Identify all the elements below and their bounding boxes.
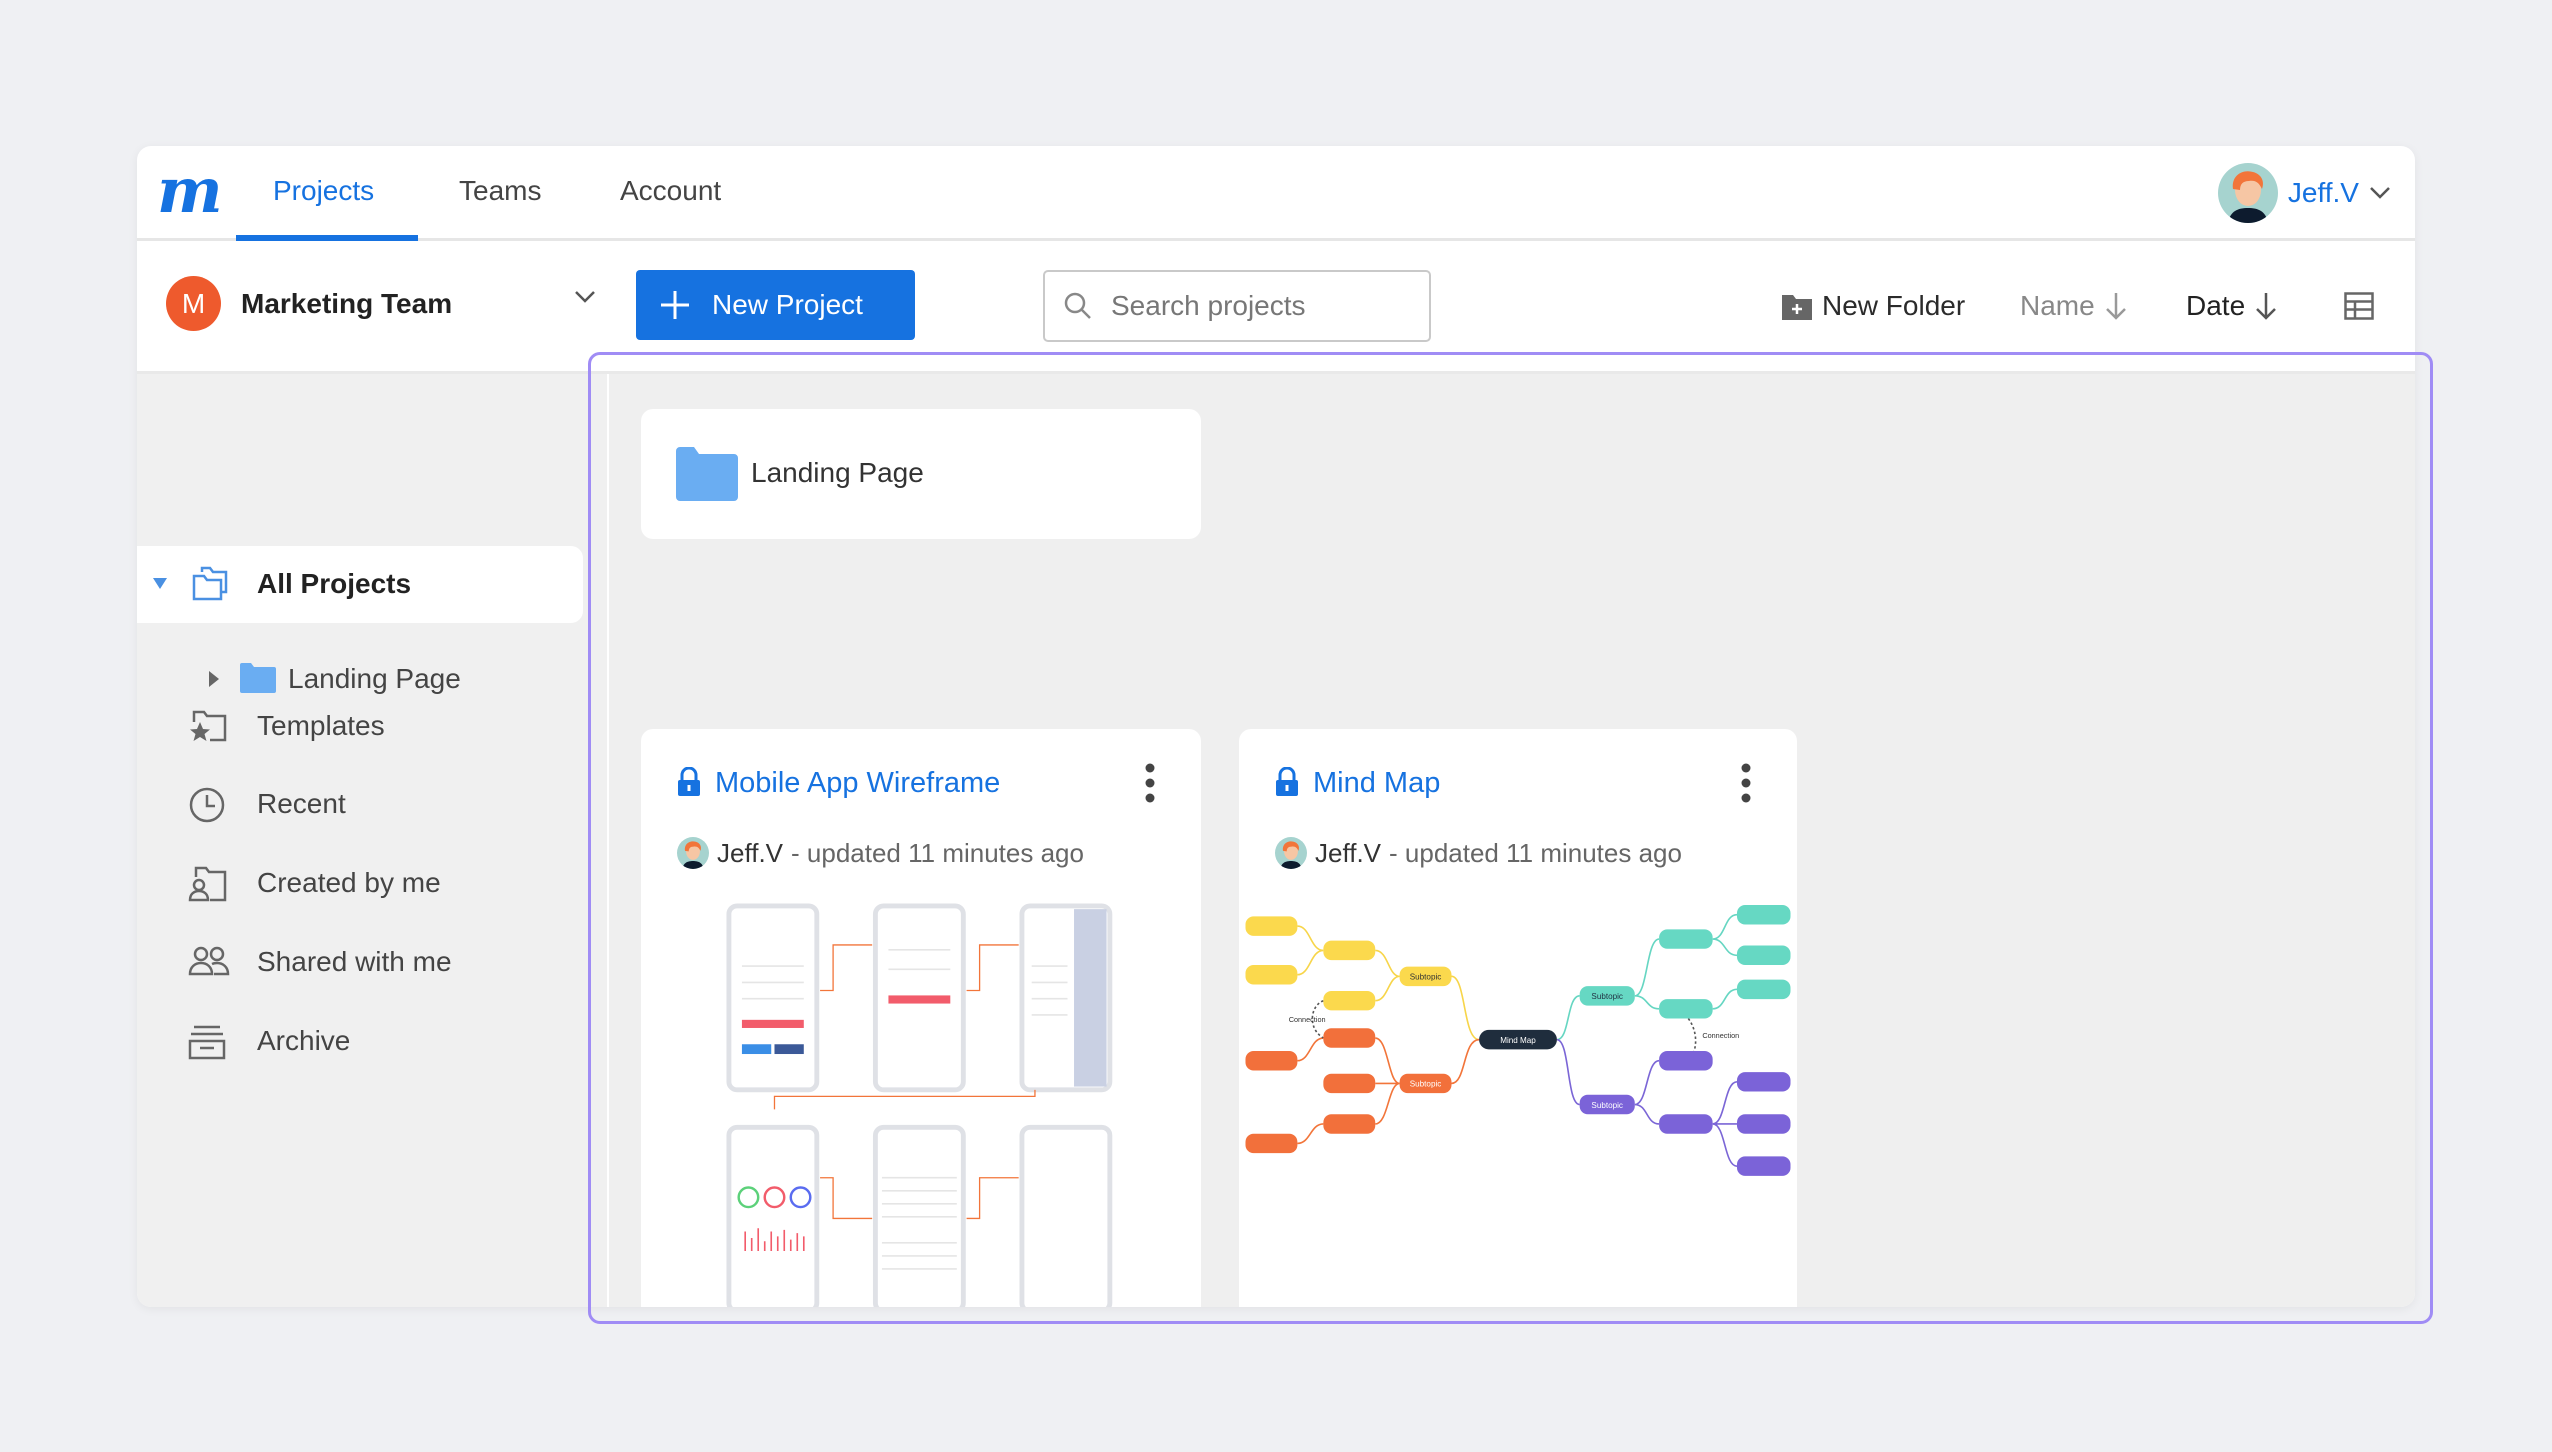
sidebar-item-label: Archive [257,1025,351,1056]
templates-icon [190,710,227,742]
folders-icon [192,566,228,601]
top-nav: m Projects Teams Account Jeff.V [137,146,2415,241]
tab-projects[interactable]: Projects [273,146,374,241]
selection-highlight [588,352,2433,1324]
caret-down-icon [153,578,167,589]
sidebar-item-label: Recent [257,788,346,819]
sidebar-item-label: Landing Page [288,663,461,694]
table-view-icon [2344,292,2374,320]
sidebar-item-label: Templates [257,710,385,741]
chevron-down-icon [575,291,595,303]
sort-by-name[interactable]: Name [2020,270,2127,342]
table-view-button[interactable] [2344,270,2374,342]
sidebar-item-archive[interactable]: Archive [137,1011,607,1071]
sidebar-item-label: All Projects [257,568,412,599]
sidebar-item-created-by-me[interactable]: Created by me [137,853,607,913]
team-name: Marketing Team [241,287,453,319]
sidebar-item-recent[interactable]: Recent [137,774,607,834]
sort-name-label: Name [2020,290,2095,321]
plus-icon [661,291,689,319]
sidebar-item-label: Created by me [257,867,441,898]
search-input[interactable] [1111,290,1411,322]
logo[interactable]: m [157,160,223,222]
new-project-label: New Project [712,289,863,320]
search-box[interactable] [1043,270,1431,342]
caret-right-icon [209,671,219,687]
sidebar-item-all-projects[interactable]: All Projects [137,546,583,623]
avatar [2217,163,2278,223]
tab-account[interactable]: Account [620,146,721,241]
sidebar: All Projects Landing Page Templates Rece… [137,374,607,1307]
new-folder-icon [1782,295,1812,320]
sidebar-item-shared-with-me[interactable]: Shared with me [137,932,607,992]
team-selector[interactable]: M Marketing Team [166,276,596,331]
new-project-button[interactable]: New Project [636,270,915,340]
archive-icon [188,1025,226,1060]
clock-icon [189,787,225,823]
sidebar-item-label: Shared with me [257,946,452,977]
sort-date-label: Date [2186,290,2246,321]
user-menu[interactable]: Jeff.V [2217,163,2391,223]
users-icon [188,946,230,976]
arrow-down-icon [2256,293,2277,320]
user-doc-icon [188,866,227,902]
team-avatar: M [166,276,221,331]
new-folder-label: New Folder [1822,290,1966,321]
search-icon [1064,292,1091,319]
arrow-down-icon [2105,293,2126,320]
new-folder-button[interactable]: New Folder [1782,270,1965,342]
tab-teams[interactable]: Teams [459,146,541,241]
user-name: Jeff.V [2287,177,2359,208]
chevron-down-icon [2370,187,2390,199]
folder-icon [240,663,276,693]
sort-by-date[interactable]: Date [2186,270,2277,342]
sidebar-item-templates[interactable]: Templates [137,696,607,756]
